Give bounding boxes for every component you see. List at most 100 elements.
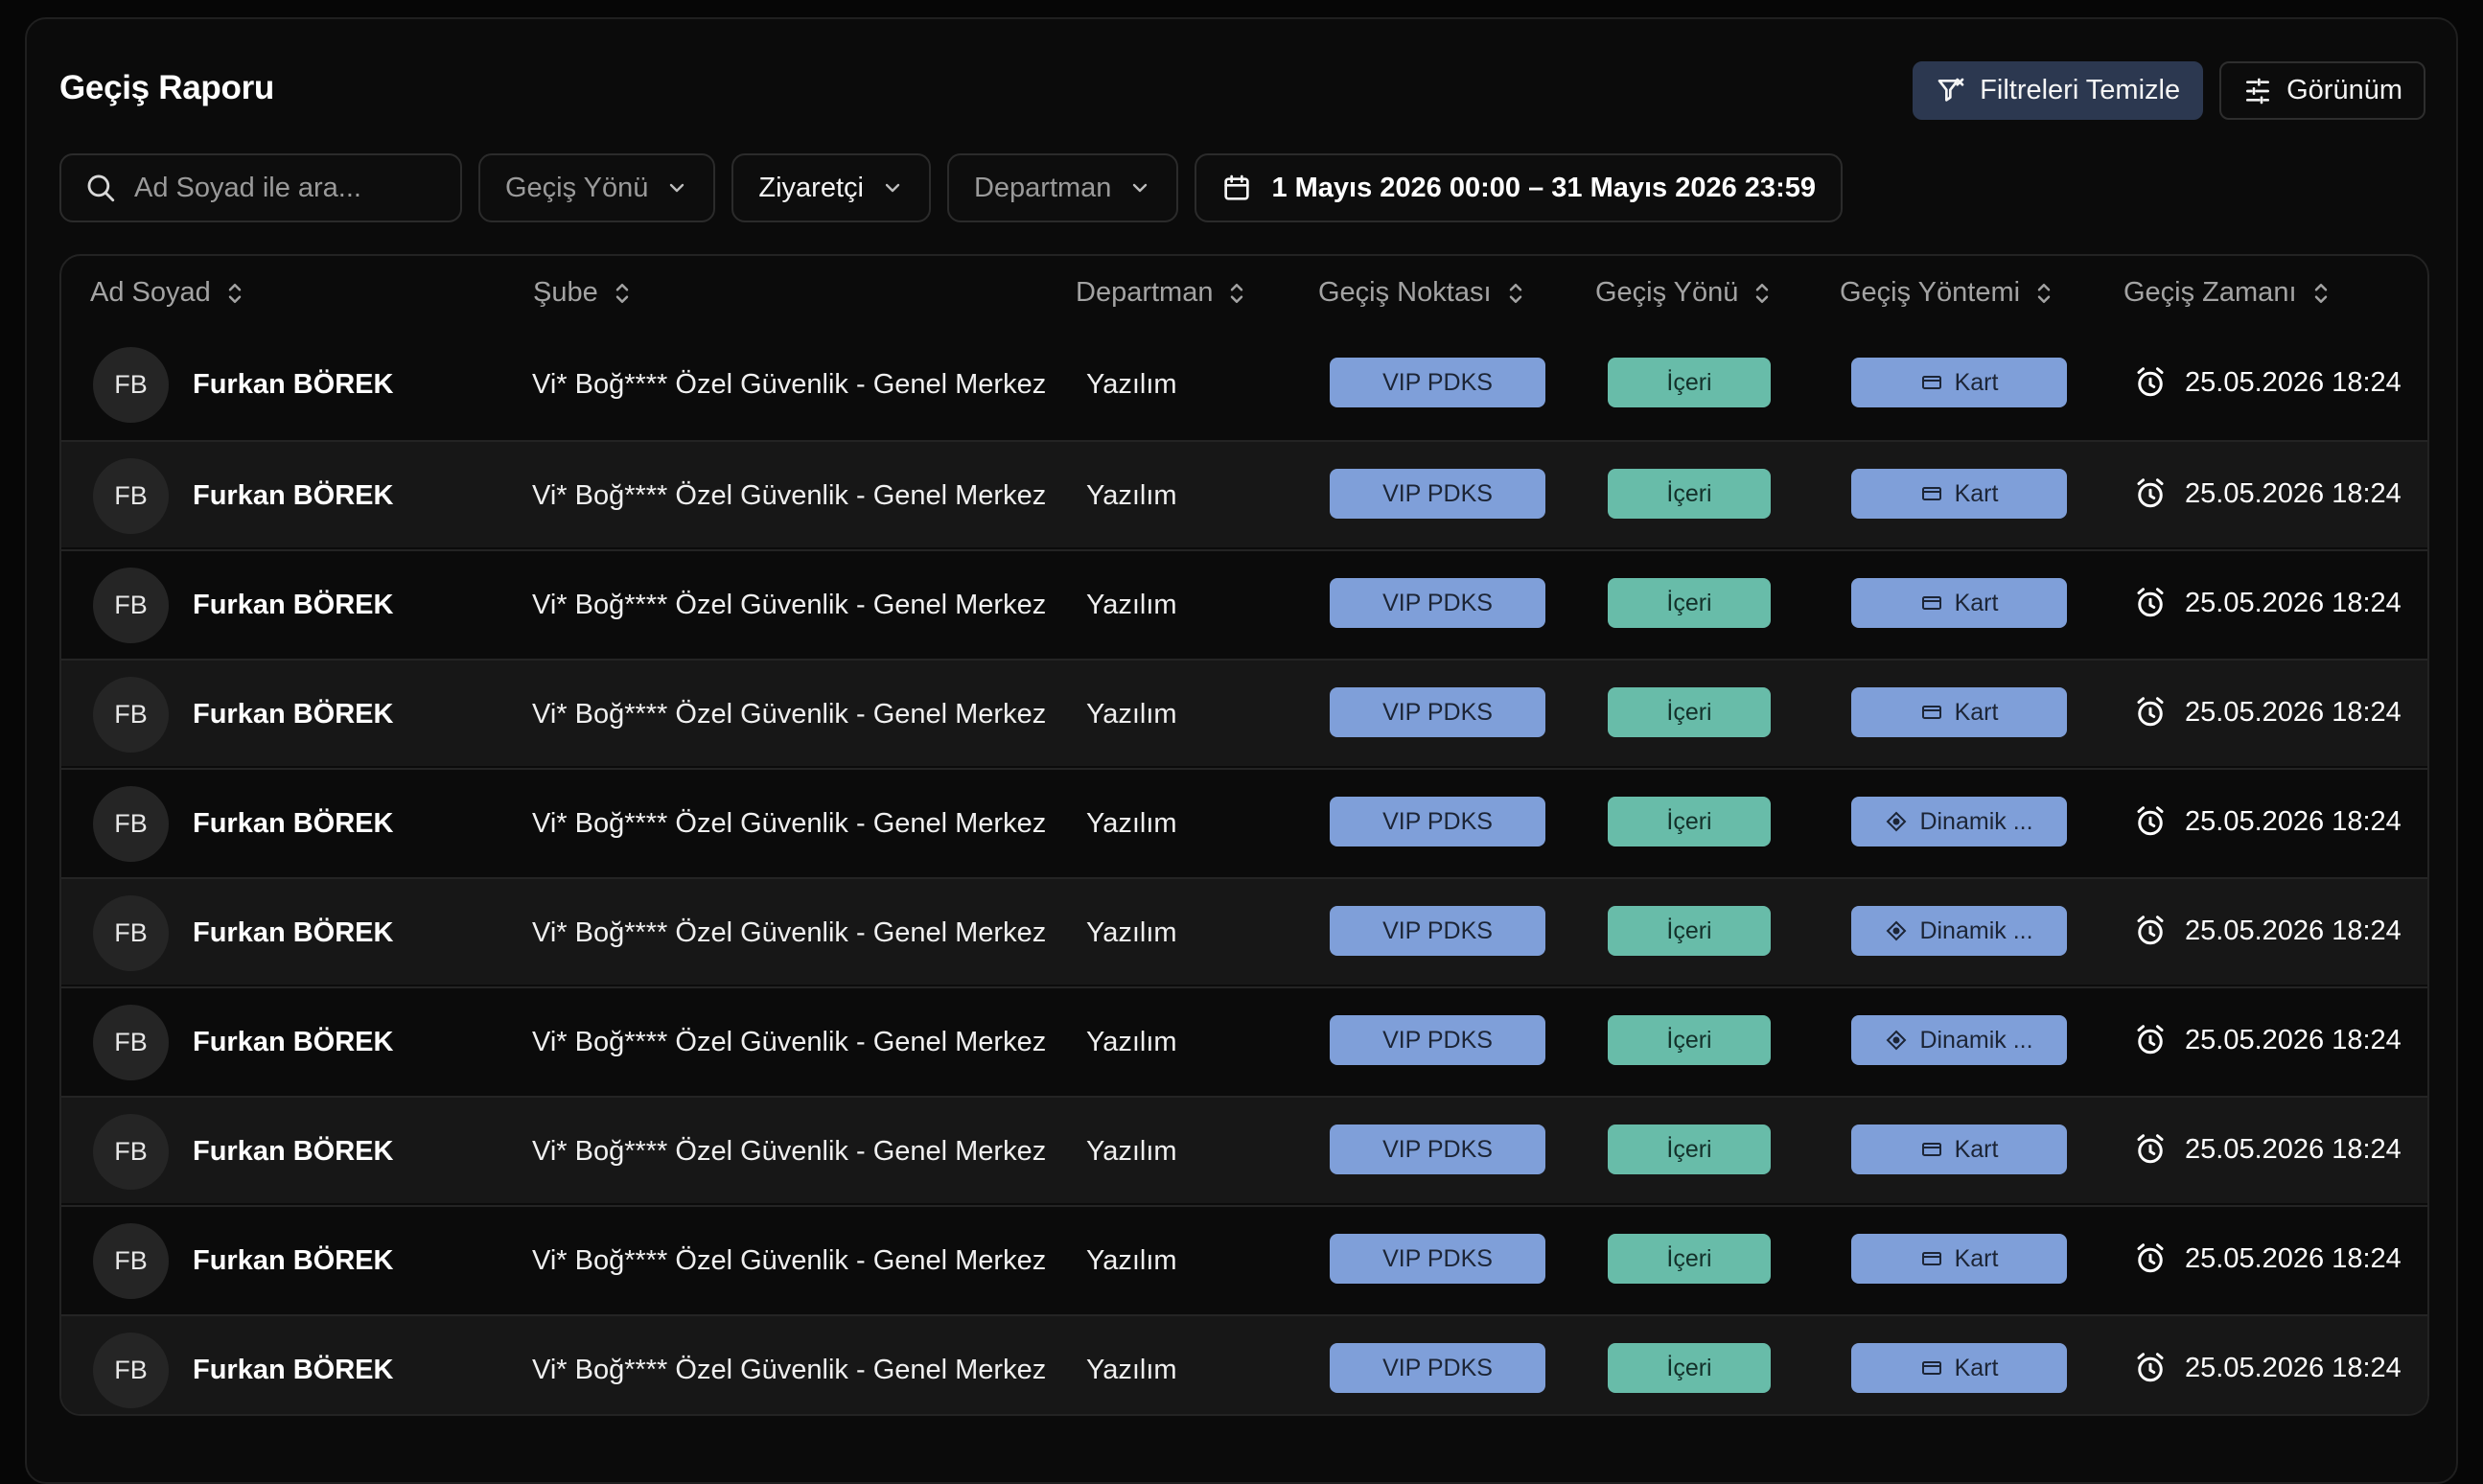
column-header-2[interactable]: Departman <box>1076 277 1247 309</box>
department-cell: Yazılım <box>1086 808 1177 839</box>
department-cell: Yazılım <box>1086 1355 1177 1385</box>
table-row[interactable]: FB Furkan BÖREK Vi* Boğ**** Özel Güvenlik … <box>61 549 2427 657</box>
card-icon <box>1921 1143 1941 1156</box>
filter-bar: Ad Soyad ile ara... Geçiş Yönü Ziyaretçi… <box>59 153 1843 222</box>
page-title: Geçiş Raporu <box>59 69 274 106</box>
access-point-label: VIP PDKS <box>1382 368 1493 396</box>
alarm-clock-icon <box>2137 1134 2164 1164</box>
branch-cell: Vi* Boğ**** Özel Güvenlik - Genel Merkez <box>532 1245 1047 1276</box>
avatar-initials: FB <box>114 1137 148 1166</box>
chevron-down-icon <box>885 183 900 193</box>
person-name: Furkan BÖREK <box>193 808 394 839</box>
access-point-badge: VIP PDKS <box>1330 797 1545 846</box>
department-cell: Yazılım <box>1086 917 1177 948</box>
column-header-0[interactable]: Ad Soyad <box>90 277 245 309</box>
direction-label: İçeri <box>1666 589 1712 616</box>
search-icon <box>87 174 115 202</box>
table-row[interactable]: FB Furkan BÖREK Vi* Boğ**** Özel Güvenlik … <box>61 1205 2427 1312</box>
branch-cell: Vi* Boğ**** Özel Güvenlik - Genel Merkez <box>532 1027 1047 1057</box>
alarm-clock-icon <box>2137 478 2164 508</box>
table-row[interactable]: FB Furkan BÖREK Vi* Boğ**** Özel Güvenlik … <box>61 877 2427 985</box>
person-name: Furkan BÖREK <box>193 590 394 620</box>
access-point-badge: VIP PDKS <box>1330 469 1545 519</box>
access-point-badge: VIP PDKS <box>1330 1125 1545 1174</box>
passage-time-label: 25.05.2026 18:24 <box>2185 587 2402 618</box>
passage-time: 25.05.2026 18:24 <box>2133 476 2402 511</box>
clear-filters-label: Filtreleri Temizle <box>1980 75 2181 105</box>
passage-time-label: 25.05.2026 18:24 <box>2185 477 2402 509</box>
avatar-initials: FB <box>114 1028 148 1056</box>
access-point-label: VIP PDKS <box>1382 1026 1493 1054</box>
table-row[interactable]: FB Furkan BÖREK Vi* Boğ**** Özel Güvenlik … <box>61 659 2427 766</box>
table-header: Ad Soyad Şube Departman Geçiş Noktası Geçiş … <box>61 256 2427 333</box>
branch-cell: Vi* Boğ**** Özel Güvenlik - Genel Merkez <box>532 1355 1047 1385</box>
column-header-6[interactable]: Geçiş Zamanı <box>2123 277 2332 309</box>
passage-time: 25.05.2026 18:24 <box>2133 365 2402 400</box>
direction-badge: İçeri <box>1608 1234 1771 1284</box>
person-name: Furkan BÖREK <box>193 1245 394 1276</box>
chevron-down-icon <box>1133 183 1148 193</box>
table-row[interactable]: FB Furkan BÖREK Vi* Boğ**** Özel Güvenlik … <box>61 1096 2427 1203</box>
avatar: FB <box>93 1223 169 1299</box>
method-badge: Dinamik ... <box>1851 797 2067 846</box>
branch-cell: Vi* Boğ**** Özel Güvenlik - Genel Merkez <box>532 590 1047 620</box>
avatar-initials: FB <box>114 700 148 729</box>
table-row[interactable]: FB Furkan BÖREK Vi* Boğ**** Özel Güvenlik … <box>61 440 2427 547</box>
direction-badge: İçeri <box>1608 578 1771 628</box>
avatar: FB <box>93 1114 169 1190</box>
search-input[interactable]: Ad Soyad ile ara... <box>59 153 462 222</box>
branch-cell: Vi* Boğ**** Özel Güvenlik - Genel Merkez <box>532 480 1047 511</box>
department-filter-dropdown[interactable]: Departman <box>946 153 1179 222</box>
column-header-label: Ad Soyad <box>90 277 211 308</box>
column-header-5[interactable]: Geçiş Yöntemi <box>1840 277 2054 309</box>
table-row[interactable]: FB Furkan BÖREK Vi* Boğ**** Özel Güvenlik … <box>61 768 2427 875</box>
clear-filters-button[interactable]: Filtreleri Temizle <box>1913 61 2204 120</box>
search-placeholder: Ad Soyad ile ara... <box>134 172 361 203</box>
date-range-picker[interactable]: 1 Mayıs 2026 00:00 – 31 Mayıs 2026 23:59 <box>1195 153 1843 222</box>
person-name: Furkan BÖREK <box>193 1027 394 1057</box>
method-badge: Kart <box>1851 578 2067 628</box>
alarm-clock-icon <box>2137 1353 2164 1382</box>
method-badge: Kart <box>1851 1343 2067 1393</box>
access-point-label: VIP PDKS <box>1382 698 1493 726</box>
branch-cell: Vi* Boğ**** Özel Güvenlik - Genel Merkez <box>532 699 1047 730</box>
access-point-badge: VIP PDKS <box>1330 578 1545 628</box>
passage-time-label: 25.05.2026 18:24 <box>2185 1024 2402 1055</box>
avatar: FB <box>93 786 169 862</box>
visitor-filter-dropdown[interactable]: Ziyaretçi <box>731 153 931 222</box>
sort-icon <box>228 283 242 303</box>
column-header-3[interactable]: Geçiş Noktası <box>1318 277 1526 309</box>
access-point-label: VIP PDKS <box>1382 1244 1493 1272</box>
passage-time-label: 25.05.2026 18:24 <box>2185 1133 2402 1165</box>
qr-dynamic-icon <box>1887 1030 1907 1051</box>
table-row[interactable]: FB Furkan BÖREK Vi* Boğ**** Özel Güvenlik … <box>61 331 2427 438</box>
method-label: Kart <box>1954 1135 1999 1163</box>
column-header-label: Geçiş Noktası <box>1318 277 1492 308</box>
avatar: FB <box>93 1333 169 1408</box>
method-badge: Kart <box>1851 1125 2067 1174</box>
access-point-label: VIP PDKS <box>1382 807 1493 835</box>
qr-dynamic-icon <box>1887 920 1907 941</box>
calendar-icon <box>1224 174 1250 200</box>
method-badge: Dinamik ... <box>1851 1015 2067 1065</box>
avatar-initials: FB <box>114 809 148 838</box>
sort-icon <box>1509 283 1521 303</box>
card-icon <box>1921 376 1941 389</box>
direction-badge: İçeri <box>1608 687 1771 737</box>
qr-dynamic-icon <box>1887 811 1907 832</box>
column-header-1[interactable]: Şube <box>533 277 633 309</box>
direction-badge: İçeri <box>1608 358 1771 407</box>
visitor-filter-label: Ziyaretçi <box>758 172 864 203</box>
department-cell: Yazılım <box>1086 1027 1177 1057</box>
direction-filter-dropdown[interactable]: Geçiş Yönü <box>478 153 716 222</box>
table-row[interactable]: FB Furkan BÖREK Vi* Boğ**** Özel Güvenlik … <box>61 1314 2427 1414</box>
view-options-label: Görünüm <box>2286 75 2402 105</box>
access-point-badge: VIP PDKS <box>1330 906 1545 956</box>
view-options-button[interactable]: Görünüm <box>2219 61 2425 120</box>
alarm-clock-icon <box>2137 1025 2164 1055</box>
column-header-4[interactable]: Geçiş Yönü <box>1595 277 1773 309</box>
avatar-initials: FB <box>114 1356 148 1384</box>
person-name: Furkan BÖREK <box>193 1136 394 1167</box>
table-row[interactable]: FB Furkan BÖREK Vi* Boğ**** Özel Güvenlik … <box>61 986 2427 1094</box>
passage-time: 25.05.2026 18:24 <box>2133 1132 2402 1167</box>
